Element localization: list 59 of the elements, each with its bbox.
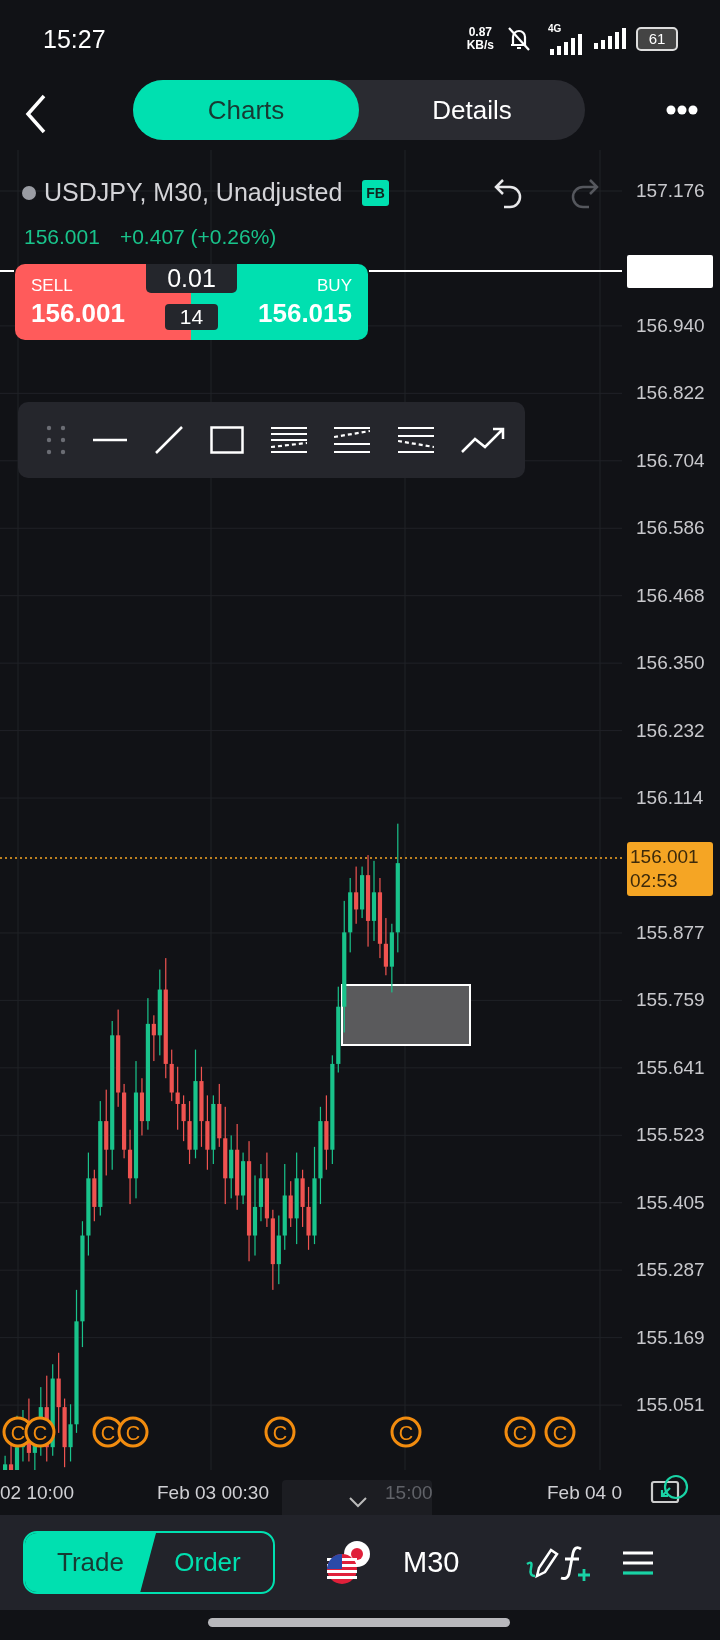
price-axis-label: 155.523: [636, 1123, 705, 1148]
price-axis-label: 155.169: [636, 1325, 705, 1350]
mode-tab[interactable]: Trade: [25, 1533, 156, 1592]
price-axis-label: 156.704: [636, 448, 705, 473]
price-change: +0.407 (+0.26%): [119, 225, 277, 249]
event-marker[interactable]: C: [24, 1416, 56, 1448]
network-speed: 0.87 KB/s: [466, 26, 494, 52]
battery-indicator: 61: [636, 27, 678, 51]
spread-badge: 14: [165, 304, 218, 330]
price-axis-label: 155.641: [636, 1055, 705, 1080]
price-axis-label: 157.176: [636, 179, 705, 203]
drag-handle-icon[interactable]: [46, 425, 66, 455]
time-axis-label: Feb 04 0: [547, 1482, 622, 1504]
time-axis-label: 15:00: [385, 1482, 433, 1504]
price-axis-label: 155.051: [636, 1393, 705, 1418]
price-axis-label: 155.287: [636, 1258, 705, 1283]
current-price-tag: 156.001 02:53: [627, 842, 713, 896]
last-price: 156.001: [24, 225, 100, 249]
horizontal-line-icon[interactable]: [93, 438, 128, 442]
view-tab[interactable]: Charts: [133, 80, 359, 140]
back-icon[interactable]: [24, 94, 48, 134]
more-icon[interactable]: [666, 105, 698, 115]
symbol-title[interactable]: USDJPY, M30, Unadjusted: [44, 178, 343, 207]
price-axis-label: 156.822: [636, 381, 705, 406]
diagonal-line-icon[interactable]: [154, 426, 183, 454]
price-axis-label: 156.468: [636, 583, 705, 608]
price-axis-label: 156.350: [636, 651, 705, 676]
timeframe-selector[interactable]: M30: [403, 1546, 460, 1579]
price-axis-label: 155.405: [636, 1190, 705, 1215]
price-line[interactable]: [0, 270, 15, 272]
fb-badge: FB: [362, 179, 389, 206]
polyline-icon[interactable]: [460, 427, 505, 453]
menu-icon[interactable]: [623, 1550, 654, 1575]
price-axis-label: 156.940: [636, 313, 705, 338]
time-axis-label: Feb 03 00:30: [157, 1482, 269, 1504]
price-axis-label: 156.114: [636, 786, 704, 811]
rectangle-icon[interactable]: [209, 426, 244, 454]
event-marker[interactable]: C: [264, 1416, 296, 1448]
event-marker[interactable]: C: [117, 1416, 149, 1448]
zone-rectangle[interactable]: [341, 984, 471, 1046]
price-axis-label: 156.586: [636, 516, 705, 541]
view-tab[interactable]: Details: [359, 80, 585, 140]
parallel-channel-icon[interactable]: [271, 426, 308, 454]
lot-size-field[interactable]: 0.01: [146, 264, 237, 293]
status-dot-icon: [22, 185, 36, 200]
signal-icon: [594, 28, 626, 50]
parallel-channel-icon[interactable]: [397, 426, 434, 454]
time-axis-label: 02 10:00: [0, 1482, 74, 1504]
price-axis-label: 155.759: [636, 988, 705, 1013]
undo-icon[interactable]: [493, 178, 523, 210]
price-axis-label: 155.877: [636, 920, 705, 945]
currency-flags-icon[interactable]: [325, 1538, 373, 1587]
status-time: 15:27: [43, 24, 106, 54]
event-marker[interactable]: C: [544, 1416, 576, 1448]
event-marker[interactable]: C: [390, 1416, 422, 1448]
parallel-channel-icon[interactable]: [334, 426, 371, 454]
price-axis-label: 156.232: [636, 718, 705, 743]
event-marker[interactable]: C: [504, 1416, 536, 1448]
chevron-down-icon[interactable]: [348, 1496, 368, 1508]
